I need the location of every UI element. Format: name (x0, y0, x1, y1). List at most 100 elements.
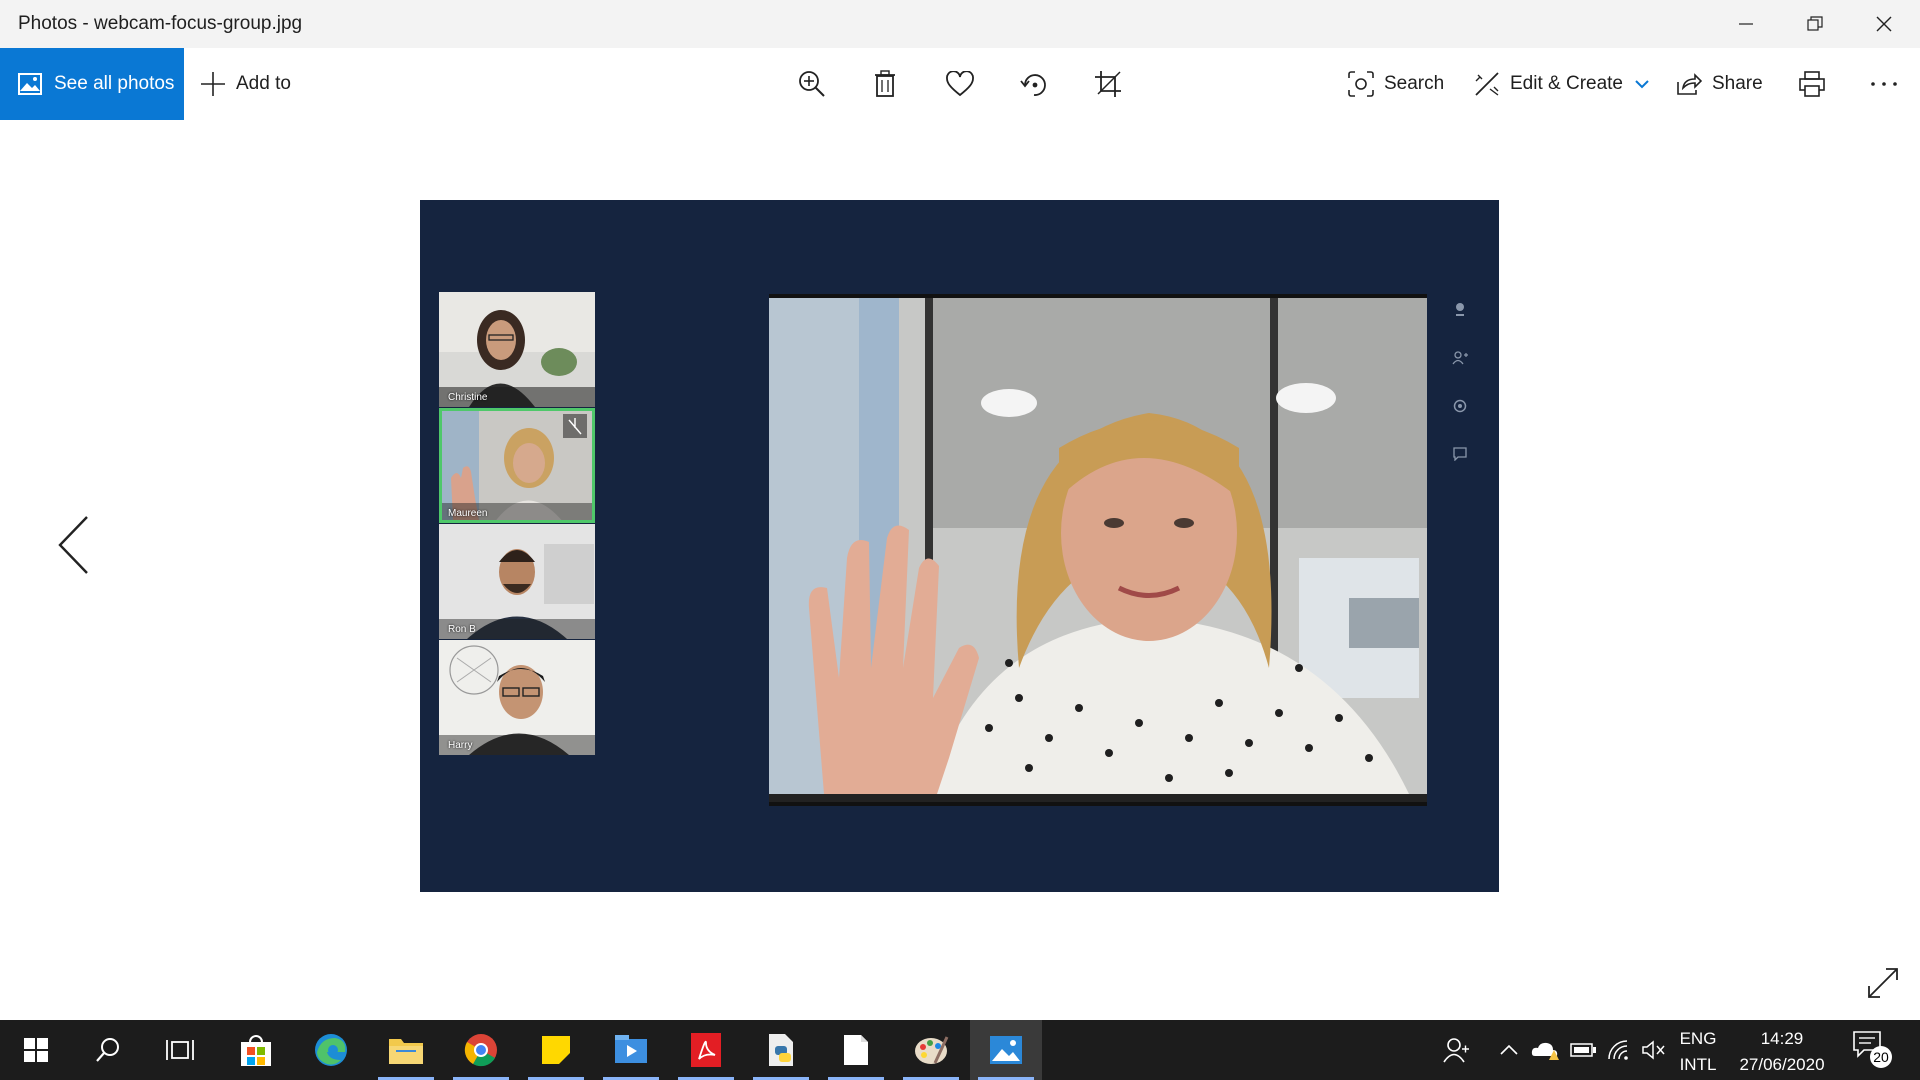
more-options-button[interactable] (1868, 68, 1900, 100)
share-label: Share (1712, 73, 1763, 94)
search-button[interactable]: Search (1348, 48, 1444, 120)
chevron-up-icon (1500, 1045, 1518, 1055)
taskbar-search-button[interactable] (72, 1020, 144, 1080)
document-icon (844, 1035, 868, 1065)
close-button[interactable] (1850, 0, 1918, 48)
minimize-button[interactable] (1712, 0, 1780, 48)
printer-icon (1799, 71, 1825, 97)
show-hidden-icons-button[interactable] (1498, 1020, 1520, 1080)
restore-button[interactable] (1781, 0, 1849, 48)
add-to-button[interactable]: Add to (200, 48, 291, 120)
participant-thumbnail: Christine (439, 292, 595, 407)
python-file-icon (769, 1034, 793, 1066)
chrome-browser-icon (464, 1034, 497, 1067)
see-all-photos-label: See all photos (54, 73, 175, 94)
expand-icon (1868, 968, 1898, 998)
search-icon (96, 1038, 119, 1062)
edge-browser-icon (315, 1034, 347, 1066)
fullscreen-button[interactable] (1866, 966, 1904, 1004)
search-label: Search (1384, 73, 1445, 94)
see-all-photos-button[interactable]: See all photos (0, 48, 184, 120)
participant-thumbnails: Christine Maureen Ron B Harry (439, 292, 595, 756)
print-button[interactable] (1796, 68, 1828, 100)
rotate-button[interactable] (1018, 68, 1050, 100)
taskbar-photos[interactable] (970, 1020, 1042, 1080)
start-button[interactable] (0, 1020, 72, 1080)
edit-wand-icon (1475, 72, 1499, 96)
plus-icon (201, 72, 225, 96)
participant-thumbnail: Ron B (439, 524, 595, 639)
cloud-warning-icon (1531, 1042, 1559, 1060)
speaker-video-image (769, 298, 1427, 794)
store-icon (241, 1035, 271, 1066)
taskbar-paint[interactable] (895, 1020, 967, 1080)
add-to-label: Add to (236, 73, 291, 94)
chat-icon (1450, 444, 1470, 464)
taskbar-sticky-notes[interactable] (520, 1020, 592, 1080)
participant-video-image (439, 408, 595, 523)
taskbar-notepad[interactable] (820, 1020, 892, 1080)
wifi-status[interactable] (1604, 1020, 1634, 1080)
people-icon (1443, 1038, 1469, 1063)
crop-button[interactable] (1092, 68, 1124, 100)
edit-create-button[interactable]: Edit & Create (1474, 48, 1649, 120)
participant-thumbnail-active: Maureen (439, 408, 595, 523)
settings-icon (1450, 396, 1470, 416)
paint-palette-icon (915, 1036, 949, 1064)
input-language-indicator[interactable]: ENG INTL (1668, 1026, 1728, 1078)
taskbar-edge[interactable] (295, 1020, 367, 1080)
participant-video-image (439, 640, 595, 755)
close-icon (1876, 16, 1892, 32)
volume-status[interactable] (1638, 1020, 1668, 1080)
photo-canvas: Christine Maureen Ron B Harry (420, 200, 1499, 892)
taskbar-chrome[interactable] (445, 1020, 517, 1080)
heart-icon (946, 71, 974, 97)
chevron-left-icon (58, 516, 88, 574)
photo-gallery-icon (18, 73, 42, 95)
minimize-icon (1739, 23, 1753, 25)
restore-icon (1807, 16, 1823, 31)
taskbar-microsoft-store[interactable] (220, 1020, 292, 1080)
clock-date: 27/06/2020 (1739, 1055, 1825, 1074)
share-icon (1677, 73, 1702, 95)
task-view-button[interactable] (144, 1020, 216, 1080)
taskbar-acrobat[interactable] (670, 1020, 742, 1080)
meeting-side-icons (1450, 300, 1470, 492)
add-person-icon (1450, 348, 1470, 368)
participant-video-image (439, 292, 595, 407)
taskbar-python-app[interactable] (745, 1020, 817, 1080)
edit-create-label: Edit & Create (1510, 73, 1623, 94)
title-bar: Photos - webcam-focus-group.jpg (0, 0, 1920, 48)
favorite-button[interactable] (944, 68, 976, 100)
chevron-down-icon (1635, 80, 1649, 89)
battery-status[interactable] (1568, 1020, 1598, 1080)
trash-icon (875, 70, 895, 97)
clock[interactable]: 14:29 27/06/2020 (1730, 1026, 1834, 1078)
windows-logo-icon (24, 1038, 48, 1062)
task-view-icon (166, 1040, 194, 1060)
taskbar-video-app[interactable] (595, 1020, 667, 1080)
sticky-notes-icon (542, 1036, 570, 1064)
onedrive-status[interactable] (1530, 1020, 1560, 1080)
delete-button[interactable] (869, 68, 901, 100)
people-button[interactable] (1440, 1020, 1472, 1080)
more-icon (1871, 82, 1897, 86)
participant-name: Ron B (448, 624, 476, 635)
crop-icon (1095, 71, 1121, 97)
taskbar-file-explorer[interactable] (370, 1020, 442, 1080)
participant-name: Christine (448, 392, 488, 403)
clock-time: 14:29 (1760, 1029, 1804, 1048)
taskbar: ENG INTL 14:29 27/06/2020 20 (0, 1020, 1920, 1080)
share-button[interactable]: Share (1676, 48, 1763, 120)
battery-icon (1570, 1043, 1596, 1057)
action-center-button[interactable]: 20 (1852, 1030, 1892, 1070)
previous-photo-button[interactable] (52, 510, 96, 580)
wifi-icon (1608, 1040, 1628, 1060)
participant-name: Harry (448, 740, 473, 751)
zoom-in-button[interactable] (796, 68, 828, 100)
language-code: ENG (1679, 1029, 1717, 1048)
window-title: Photos - webcam-focus-group.jpg (18, 13, 303, 34)
video-player-icon (615, 1035, 647, 1063)
participant-name: Maureen (448, 508, 488, 519)
main-speaker-video (769, 294, 1427, 806)
